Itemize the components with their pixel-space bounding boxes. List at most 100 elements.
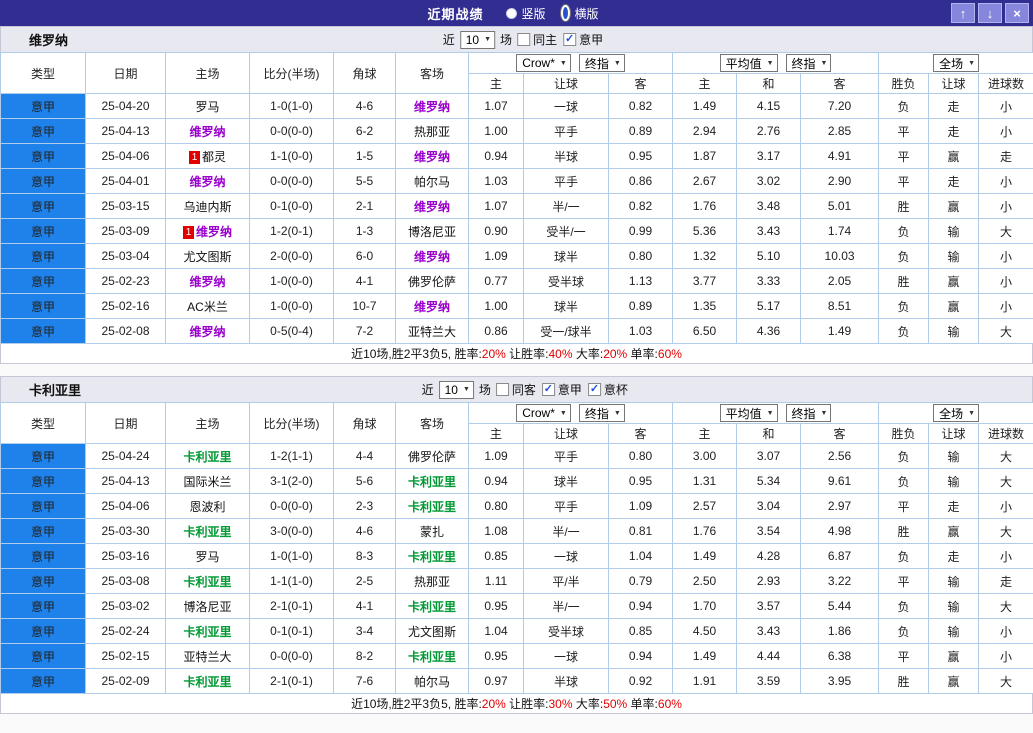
cell-league: 意甲 [0, 293, 86, 319]
bookmaker-select[interactable]: Crow* ▼ [516, 404, 571, 422]
cell-away-team: 亚特兰大 [395, 318, 469, 344]
cell-asian-home-odds: 0.94 [468, 143, 524, 169]
chevron-down-icon: ▼ [968, 409, 976, 417]
summary-segment: 近10场,胜2平3负5, [351, 347, 455, 361]
cell-result-handicap: 输 [928, 243, 980, 269]
filter-checkbox[interactable]: ✓ 意甲 [541, 381, 582, 398]
summary-segment: 让胜率: [505, 697, 549, 711]
summary-line: 近10场,胜2平3负5, 胜率:20% 让胜率:40% 大率:20% 单率:60… [0, 344, 1033, 364]
cell-date: 25-04-06 [85, 493, 166, 519]
filter-controls: 近 10 ▼ 场 同客 ✓ 意甲 ✓ 意杯 [422, 380, 628, 399]
cell-score: 1-1(1-0) [249, 568, 334, 594]
full-match-select[interactable]: 全场 ▼ [933, 404, 980, 422]
cell-euro-away-odds: 5.44 [800, 593, 880, 619]
euro-final-value: 终指 [791, 56, 816, 71]
cell-score: 1-0(1-0) [249, 93, 334, 119]
filter-checkbox[interactable]: ✓ 意甲 [563, 31, 603, 48]
team-name: 帕尔马 [413, 174, 450, 189]
cell-result-goals: 小 [978, 543, 1033, 569]
asian-final-index-select[interactable]: 终指 ▼ [578, 404, 625, 422]
games-count-select[interactable]: 10 ▼ [459, 30, 496, 49]
cell-asian-away-odds: 0.80 [607, 443, 674, 469]
cell-euro-away-odds: 5.01 [800, 193, 880, 219]
team-name: 卡利亚里 [183, 524, 232, 539]
cell-date: 25-02-24 [85, 618, 166, 644]
scroll-down-button[interactable]: ↓ [978, 3, 1002, 23]
cell-score: 0-1(0-0) [249, 193, 334, 219]
cell-result-handicap: 输 [928, 318, 980, 344]
cell-result-handicap: 赢 [928, 668, 980, 694]
filter-checkbox[interactable]: ✓ 意杯 [587, 381, 628, 398]
cell-league: 意甲 [0, 243, 86, 269]
cell-euro-home-odds: 2.94 [672, 118, 738, 144]
cell-result-goals: 小 [978, 643, 1033, 669]
cell-result-wdl: 胜 [878, 518, 930, 544]
cell-corners: 4-6 [333, 93, 396, 119]
cell-asian-away-odds: 0.82 [607, 193, 674, 219]
radio-icon [506, 7, 518, 19]
match-row: 意甲 25-04-13 国际米兰 3-1(2-0) 5-6 卡利亚里 0.94 球半 0.95 1… [0, 468, 1033, 494]
cell-asian-away-odds: 1.09 [607, 493, 674, 519]
cell-score: 1-2(1-1) [249, 443, 334, 469]
cell-home-team: 1 维罗纳 [165, 218, 250, 244]
euro-final-index-select[interactable]: 终指 ▼ [785, 54, 832, 72]
team-name: 维罗纳 [189, 324, 226, 339]
games-count-select[interactable]: 10 ▼ [438, 380, 474, 399]
cell-corners: 7-2 [333, 318, 396, 344]
scroll-up-button[interactable]: ↑ [951, 3, 975, 23]
team-name: 卡利亚里 [183, 674, 232, 689]
cell-euro-away-odds: 4.91 [800, 143, 880, 169]
cell-result-handicap: 走 [928, 543, 980, 569]
col-header-away: 客场 [395, 402, 469, 444]
euro-final-index-select[interactable]: 终指 ▼ [785, 404, 832, 422]
subcol-euro-draw: 和 [736, 423, 802, 444]
cell-asian-home-odds: 1.09 [468, 443, 524, 469]
cell-result-handicap: 输 [928, 218, 980, 244]
filter-checkbox[interactable]: 同主 [517, 31, 557, 48]
filter-checkbox[interactable]: 同客 [495, 381, 536, 398]
cell-score: 3-0(0-0) [249, 518, 334, 544]
euro-average-select[interactable]: 平均值 ▼ [719, 54, 778, 72]
euro-average-select[interactable]: 平均值 ▼ [719, 404, 778, 422]
summary-segment: 胜率: [454, 697, 482, 711]
cell-asian-away-odds: 0.92 [607, 668, 674, 694]
chevron-down-icon: ▼ [968, 59, 976, 67]
subcol-asian-handicap: 让球 [523, 423, 609, 444]
cell-euro-away-odds: 2.85 [800, 118, 880, 144]
bookmaker-select[interactable]: Crow* ▼ [516, 54, 571, 72]
asian-final-index-select[interactable]: 终指 ▼ [578, 54, 625, 72]
summary-segment: 20% [481, 697, 506, 711]
checkbox-icon [517, 33, 531, 46]
red-card-badge: 1 [188, 150, 200, 164]
subcol-result-goals: 进球数 [978, 73, 1033, 94]
cell-away-team: 卡利亚里 [395, 593, 469, 619]
cell-asian-handicap: 一球 [523, 93, 609, 119]
cell-euro-home-odds: 1.49 [672, 543, 738, 569]
checkbox-icon [495, 383, 509, 396]
summary-segment: 20% [481, 347, 506, 361]
close-button[interactable]: × [1005, 3, 1029, 23]
cell-euro-draw-odds: 3.33 [736, 268, 802, 294]
full-match-select[interactable]: 全场 ▼ [933, 54, 980, 72]
team-name: 热那亚 [413, 574, 450, 589]
team-name: 维罗纳 [189, 124, 226, 139]
cell-asian-handicap: 半/一 [523, 193, 609, 219]
cell-euro-home-odds: 1.31 [672, 468, 738, 494]
cell-asian-handicap: 平手 [523, 493, 609, 519]
view-option-vertical[interactable]: 竖版 [506, 5, 546, 22]
cell-result-goals: 小 [978, 243, 1033, 269]
cell-home-team: 卡利亚里 [165, 568, 250, 594]
team-name: 维罗纳 [413, 249, 450, 264]
col-header-corner: 角球 [333, 52, 396, 94]
euro-average-value: 平均值 [725, 56, 762, 71]
cell-corners: 1-3 [333, 218, 396, 244]
cell-result-wdl: 负 [878, 318, 930, 344]
cell-asian-home-odds: 0.95 [468, 593, 524, 619]
cell-euro-away-odds: 1.86 [800, 618, 880, 644]
col-header-league: 类型 [0, 402, 86, 444]
cell-asian-home-odds: 0.77 [468, 268, 524, 294]
team-name: 罗马 [195, 99, 220, 114]
cell-euro-home-odds: 1.35 [672, 293, 738, 319]
view-option-horizontal[interactable]: 横版 [559, 4, 599, 22]
subcol-asian-home: 主 [468, 73, 524, 94]
